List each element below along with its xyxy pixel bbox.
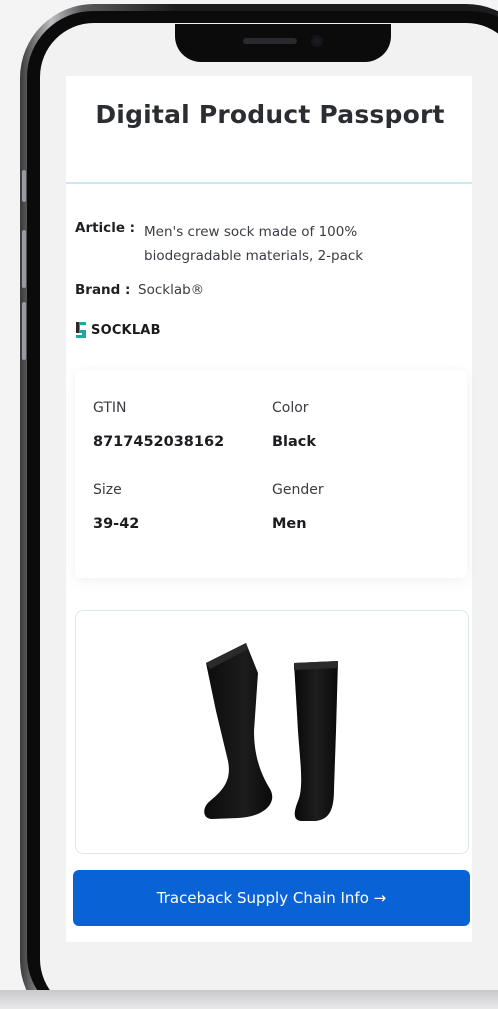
product-image-card bbox=[75, 610, 469, 854]
phone-side-button bbox=[22, 170, 26, 202]
color-label: Color bbox=[272, 400, 309, 416]
brand-label-text: Brand : bbox=[75, 282, 131, 298]
article-label: Article : bbox=[75, 220, 135, 236]
gender-label: Gender bbox=[272, 482, 324, 498]
size-value: 39-42 bbox=[93, 516, 140, 532]
traceback-supply-chain-button[interactable]: Traceback Supply Chain Info → bbox=[73, 870, 470, 926]
speaker-grille bbox=[243, 38, 297, 44]
color-value: Black bbox=[272, 434, 317, 450]
socklab-logo-icon bbox=[76, 322, 86, 338]
sock-pair-image bbox=[204, 643, 338, 821]
phone-volume-button bbox=[22, 230, 26, 288]
size-label: Size bbox=[93, 482, 122, 498]
front-camera-icon bbox=[311, 35, 323, 47]
page-title: Digital Product Passport bbox=[95, 100, 445, 129]
gtin-label: GTIN bbox=[93, 400, 127, 416]
phone-volume-button bbox=[22, 302, 26, 360]
brand-logo-text: SOCKLAB bbox=[91, 322, 161, 338]
brand-value: Socklab® bbox=[138, 282, 205, 298]
brand-label: Brand : bbox=[75, 282, 130, 298]
article-label-text: Article : bbox=[75, 220, 136, 236]
stage: Digital Product Passport Article : Men's… bbox=[0, 0, 498, 1009]
title-divider bbox=[66, 182, 472, 184]
brand-logo: SOCKLAB bbox=[74, 320, 161, 340]
spec-card: GTIN 8717452038162 Color Black Size 39-4… bbox=[75, 370, 467, 578]
bottom-shadow bbox=[0, 990, 498, 1009]
gender-value: Men bbox=[272, 516, 307, 532]
gtin-value: 8717452038162 bbox=[93, 434, 225, 450]
article-value: Men's crew sock made of 100% biodegradab… bbox=[144, 224, 364, 264]
